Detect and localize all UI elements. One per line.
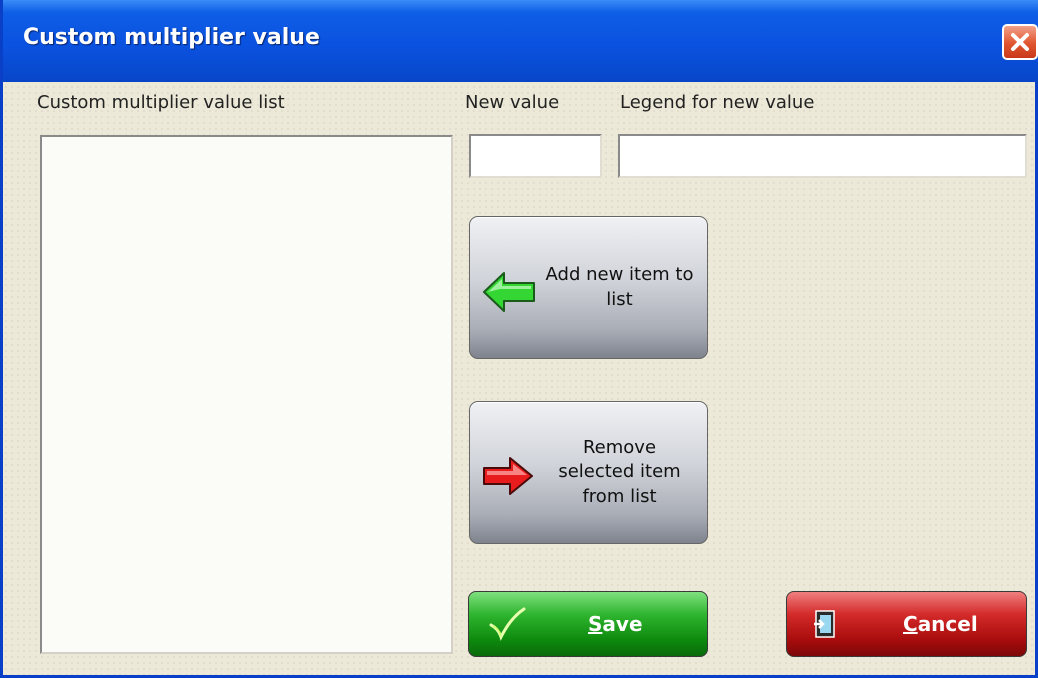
list-label: Custom multiplier value list	[37, 92, 285, 113]
custom-value-listbox[interactable]	[40, 135, 453, 654]
new-value-input[interactable]	[469, 134, 602, 178]
save-label: Save	[588, 612, 643, 636]
remove-item-button[interactable]: Remove selected item from list	[469, 401, 708, 544]
save-button[interactable]: Save	[468, 591, 708, 657]
new-value-label: New value	[465, 92, 560, 113]
add-item-button[interactable]: Add new item to list	[469, 216, 708, 359]
cancel-label: Cancel	[903, 612, 978, 636]
title-bar[interactable]: Custom multiplier value	[3, 0, 1038, 82]
close-icon	[1011, 33, 1029, 51]
close-button[interactable]	[1002, 24, 1038, 60]
add-item-label: Add new item to list	[545, 264, 694, 310]
checkmark-icon	[489, 607, 526, 641]
exit-door-icon	[814, 610, 835, 638]
cancel-button[interactable]: Cancel	[786, 591, 1027, 657]
window-title: Custom multiplier value	[23, 25, 320, 50]
remove-item-label: Remove selected item from list	[558, 437, 681, 507]
legend-label: Legend for new value	[620, 92, 815, 113]
arrow-left-icon	[483, 272, 535, 312]
dialog-window: Custom multiplier value Custom multiplie…	[0, 0, 1038, 678]
legend-input[interactable]	[618, 134, 1027, 178]
arrow-right-icon	[483, 457, 533, 495]
